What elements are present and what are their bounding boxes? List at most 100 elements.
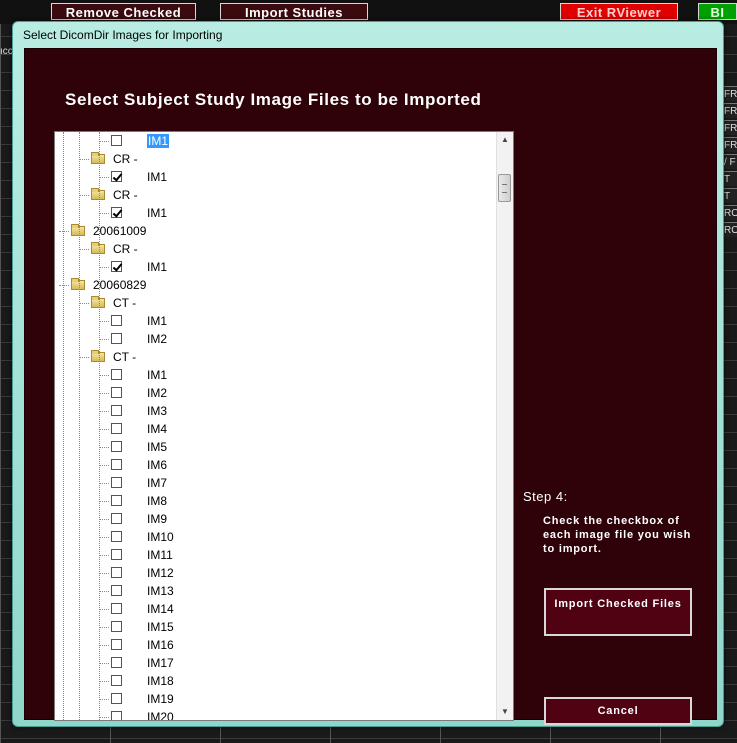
tree-study-row[interactable]: 20060829 [55, 276, 497, 294]
tree-connector [99, 627, 109, 628]
file-checkbox[interactable] [111, 621, 122, 632]
file-checkbox[interactable] [111, 603, 122, 614]
tree-file-row[interactable]: IM1 [55, 168, 497, 186]
tree-connector [99, 681, 109, 682]
tree-file-row[interactable]: IM11 [55, 546, 497, 564]
tree-file-row[interactable]: IM1 [55, 312, 497, 330]
folder-icon [91, 350, 105, 362]
file-checkbox[interactable] [111, 207, 122, 218]
tree-file-row[interactable]: IM2 [55, 330, 497, 348]
tree-file-row[interactable]: IM14 [55, 600, 497, 618]
series-label: CR - [113, 152, 138, 166]
file-checkbox[interactable] [111, 423, 122, 434]
background-side-cell: FRO [724, 86, 737, 101]
tree-connector [99, 609, 109, 610]
tree-file-row[interactable]: IM12 [55, 564, 497, 582]
file-checkbox[interactable] [111, 387, 122, 398]
file-checkbox[interactable] [111, 459, 122, 470]
scroll-thumb[interactable] [498, 174, 511, 202]
file-checkbox[interactable] [111, 441, 122, 452]
file-label: IM4 [147, 422, 168, 436]
tree-connector [99, 375, 109, 376]
tree-file-row[interactable]: IM18 [55, 672, 497, 690]
file-label: IM18 [147, 674, 174, 688]
import-dialog: Select DicomDir Images for Importing Sel… [12, 21, 724, 727]
file-tree[interactable]: IM1 CR - IM1 CR - IM1 20061009 CR - IM1 20060829… [54, 131, 514, 721]
tree-connector [99, 177, 109, 178]
background-side-cell: T 1 [724, 171, 737, 186]
tree-series-row[interactable]: CR - [55, 150, 497, 168]
background-side-cell: RO [724, 205, 737, 220]
tree-file-row[interactable]: IM3 [55, 402, 497, 420]
import-checked-files-button[interactable]: Import Checked Files [544, 588, 692, 636]
tree-scrollbar[interactable]: ▲ ▼ [496, 132, 513, 720]
scroll-down-icon[interactable]: ▼ [497, 704, 513, 720]
tree-file-row[interactable]: IM19 [55, 690, 497, 708]
file-checkbox[interactable] [111, 657, 122, 668]
file-label: IM1 [147, 170, 168, 184]
green-button[interactable]: BI [698, 3, 737, 20]
file-checkbox[interactable] [111, 261, 122, 272]
file-checkbox[interactable] [111, 333, 122, 344]
tree-series-row[interactable]: CT - [55, 294, 497, 312]
tree-file-row[interactable]: IM13 [55, 582, 497, 600]
tree-file-row[interactable]: IM2 [55, 384, 497, 402]
tree-file-row[interactable]: IM20 [55, 708, 497, 721]
folder-icon [71, 224, 85, 236]
tree-study-row[interactable]: 20061009 [55, 222, 497, 240]
tree-guide-line [79, 132, 80, 720]
file-label: IM20 [147, 710, 174, 721]
study-date-label: 20061009 [93, 224, 147, 238]
remove-checked-button[interactable]: Remove Checked [51, 3, 196, 20]
tree-series-row[interactable]: CR - [55, 186, 497, 204]
exit-rviewer-button[interactable]: Exit RViewer [560, 3, 678, 20]
tree-file-row[interactable]: IM16 [55, 636, 497, 654]
file-checkbox[interactable] [111, 171, 122, 182]
tree-file-row[interactable]: IM7 [55, 474, 497, 492]
tree-file-row[interactable]: IM9 [55, 510, 497, 528]
tree-file-row[interactable]: IM10 [55, 528, 497, 546]
tree-file-row[interactable]: IM17 [55, 654, 497, 672]
file-checkbox[interactable] [111, 639, 122, 650]
tree-file-row[interactable]: IM1 [55, 204, 497, 222]
file-checkbox[interactable] [111, 135, 122, 146]
file-checkbox[interactable] [111, 315, 122, 326]
tree-file-row[interactable]: IM8 [55, 492, 497, 510]
tree-file-row[interactable]: IM1 [55, 366, 497, 384]
tree-file-row[interactable]: IM5 [55, 438, 497, 456]
import-studies-button[interactable]: Import Studies [220, 3, 368, 20]
tree-file-row[interactable]: IM4 [55, 420, 497, 438]
file-label: IM1 [147, 368, 168, 382]
tree-series-row[interactable]: CR - [55, 240, 497, 258]
file-checkbox[interactable] [111, 531, 122, 542]
tree-connector [99, 429, 109, 430]
tree-file-row[interactable]: IM15 [55, 618, 497, 636]
file-checkbox[interactable] [111, 711, 122, 720]
file-checkbox[interactable] [111, 405, 122, 416]
file-checkbox[interactable] [111, 495, 122, 506]
tree-file-row[interactable]: IM6 [55, 456, 497, 474]
tree-connector [99, 141, 109, 142]
tree-series-row[interactable]: CT - [55, 348, 497, 366]
file-checkbox[interactable] [111, 369, 122, 380]
file-checkbox[interactable] [111, 675, 122, 686]
tree-connector [99, 717, 109, 718]
tree-connector [79, 195, 89, 196]
file-checkbox[interactable] [111, 513, 122, 524]
file-checkbox[interactable] [111, 477, 122, 488]
file-checkbox[interactable] [111, 585, 122, 596]
scroll-up-icon[interactable]: ▲ [497, 132, 513, 148]
cancel-button[interactable]: Cancel [544, 697, 692, 725]
file-checkbox[interactable] [111, 549, 122, 560]
folder-icon [71, 278, 85, 290]
tree-file-row[interactable]: IM1 [55, 258, 497, 276]
file-label: IM12 [147, 566, 174, 580]
file-label: IM7 [147, 476, 168, 490]
dialog-heading: Select Subject Study Image Files to be I… [65, 90, 482, 109]
file-label: IM15 [147, 620, 174, 634]
file-checkbox[interactable] [111, 567, 122, 578]
background-side-cell: FRO [724, 120, 737, 135]
tree-file-row[interactable]: IM1 [55, 132, 497, 150]
file-checkbox[interactable] [111, 693, 122, 704]
tree-connector [99, 501, 109, 502]
